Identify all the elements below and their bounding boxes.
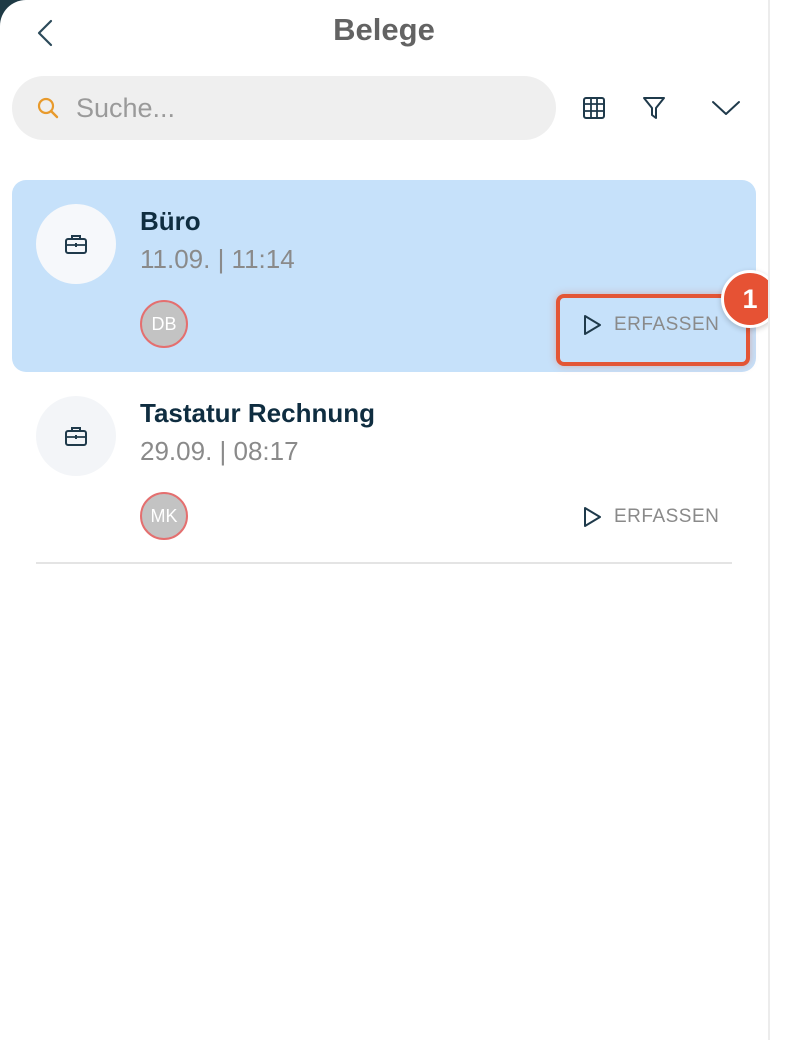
right-panel-edge xyxy=(768,0,800,1040)
search-input[interactable] xyxy=(76,92,516,124)
row-icon-circle xyxy=(36,204,116,284)
search-bar[interactable] xyxy=(12,76,556,140)
item-title: Tastatur Rechnung xyxy=(140,398,375,428)
grid-icon xyxy=(583,97,605,119)
grid-view-button[interactable] xyxy=(574,88,614,128)
briefcase-icon xyxy=(65,235,87,254)
document-list-panel: Belege Suche... Büro 11.09. | 11:14 DB E… xyxy=(0,0,779,1040)
erfassen-label: ERFASSEN xyxy=(614,506,720,527)
avatar: MK xyxy=(140,492,188,540)
avatar: DB xyxy=(140,300,188,348)
list-item[interactable]: Tastatur Rechnung 29.09. | 08:17 MK ERFA… xyxy=(12,372,756,564)
expand-button[interactable] xyxy=(706,88,746,128)
list-divider xyxy=(36,562,732,564)
page-title: Belege xyxy=(333,12,435,47)
briefcase-icon xyxy=(65,427,87,446)
row-icon-circle xyxy=(36,396,116,476)
item-date: 29.09. | 08:17 xyxy=(140,436,299,466)
search-icon xyxy=(37,97,59,119)
filter-button[interactable] xyxy=(634,88,674,128)
item-title: Büro xyxy=(140,206,201,236)
filter-icon xyxy=(643,97,665,119)
play-icon xyxy=(584,507,601,527)
item-date: 11.09. | 11:14 xyxy=(140,244,295,274)
erfassen-button[interactable]: ERFASSEN xyxy=(582,502,719,532)
chevron-down-icon xyxy=(712,101,740,115)
